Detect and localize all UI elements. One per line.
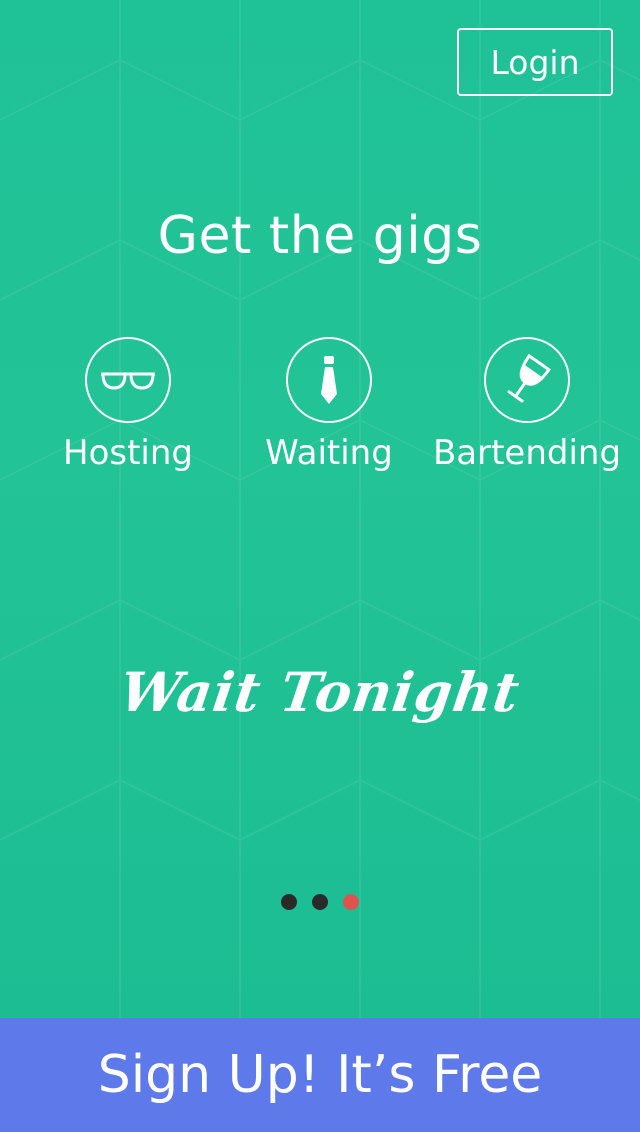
signup-button[interactable]: Sign Up! It’s Free: [0, 1018, 640, 1132]
gig-label: Waiting: [265, 433, 393, 473]
background-pattern: [0, 0, 640, 1018]
login-button[interactable]: Login: [457, 28, 613, 96]
gig-bartending[interactable]: Bartending: [427, 337, 627, 473]
wine-glass-icon: [484, 337, 570, 423]
carousel-dot-3[interactable]: [343, 894, 359, 910]
carousel-pagination: [0, 894, 640, 910]
tie-icon: [286, 337, 372, 423]
glasses-icon: [85, 337, 171, 423]
background: [0, 0, 640, 1018]
tagline: Wait Tonight: [116, 660, 524, 724]
gig-waiting[interactable]: Waiting: [229, 337, 429, 473]
gig-label: Hosting: [63, 433, 193, 473]
carousel-dot-2[interactable]: [312, 894, 328, 910]
page-title: Get the gigs: [157, 206, 483, 266]
gig-label: Bartending: [432, 433, 622, 473]
gig-hosting[interactable]: Hosting: [28, 337, 228, 473]
carousel-dot-1[interactable]: [281, 894, 297, 910]
